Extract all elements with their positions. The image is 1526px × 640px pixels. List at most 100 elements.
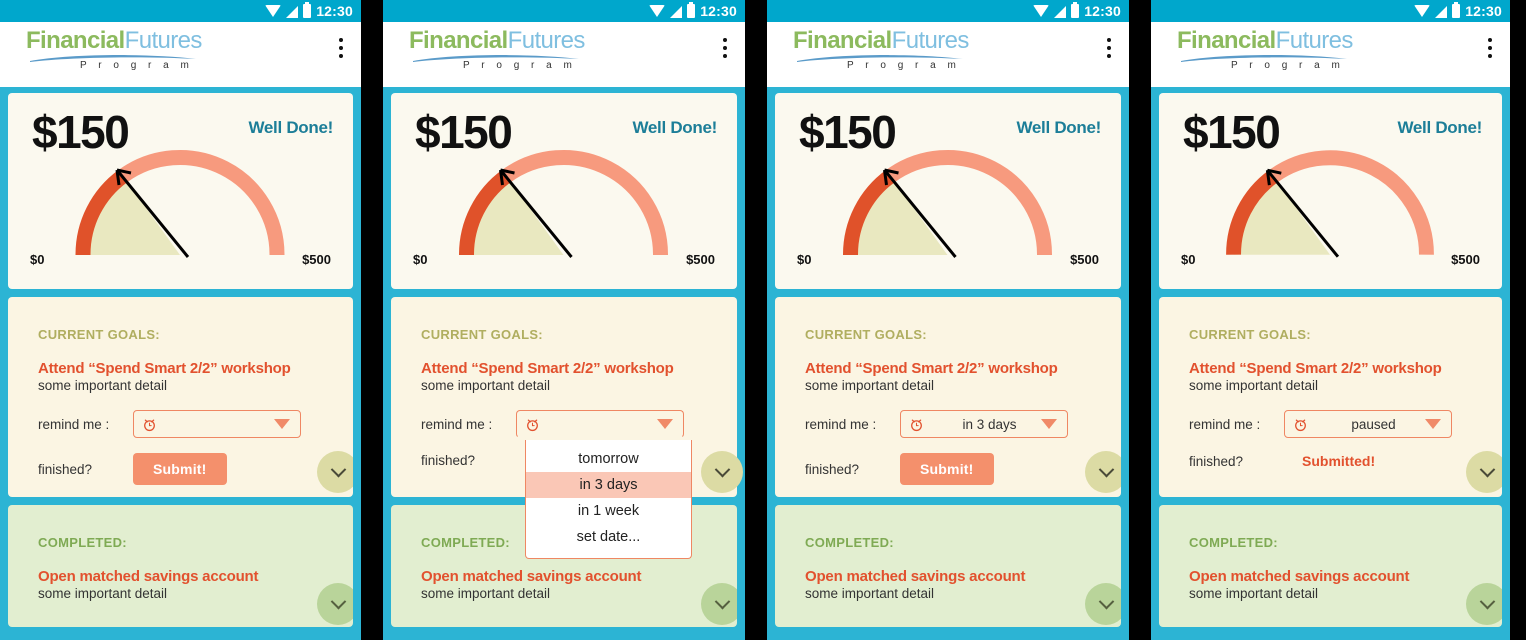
gauge-max-label: $500 — [1451, 252, 1480, 267]
reminder-dropdown-list[interactable]: tomorrow in 3 days in 1 week set date... — [525, 440, 692, 559]
kebab-menu-icon[interactable] — [1107, 38, 1111, 58]
kebab-menu-icon[interactable] — [1488, 38, 1492, 58]
wifi-icon — [649, 4, 666, 17]
praise-text: Well Done! — [632, 118, 717, 137]
expand-completed-button[interactable] — [1466, 583, 1502, 625]
gauge-min-label: $0 — [1181, 252, 1196, 267]
app-logo: FinancialFutures P r o g r a m — [26, 28, 256, 72]
chevron-down-icon — [1479, 593, 1495, 609]
alarm-clock-icon — [909, 417, 924, 432]
logo-primary: Financial — [409, 27, 508, 54]
logo-secondary: Futures — [124, 27, 203, 54]
app-logo: FinancialFutures P r o g r a m — [1177, 27, 1407, 72]
kebab-menu-icon[interactable] — [339, 38, 343, 58]
logo-swoosh-icon — [28, 53, 198, 62]
reminder-select[interactable]: in 3 days — [900, 410, 1068, 438]
logo-text: FinancialFutures — [26, 28, 256, 54]
battery-icon — [303, 2, 312, 18]
screen-body: $150 Well Done! $0 $500 CURRENT GOALS: A… — [767, 93, 1129, 627]
logo-text: FinancialFutures — [793, 28, 1023, 54]
completed-goal-title: Open matched savings account — [805, 568, 1026, 585]
panel-gutter — [745, 0, 767, 640]
submit-button[interactable]: Submit! — [900, 453, 994, 485]
dropdown-option-set-date[interactable]: set date... — [526, 524, 691, 550]
goal-title: Attend “Spend Smart 2/2” workshop — [421, 360, 674, 377]
dropdown-option-in-1-week[interactable]: in 1 week — [526, 498, 691, 524]
alarm-clock-icon — [142, 417, 157, 432]
reminder-row: remind me : in 3 days — [775, 410, 1121, 438]
signal-icon — [670, 5, 683, 18]
wifi-icon — [265, 4, 282, 17]
expand-completed-button[interactable] — [317, 583, 353, 625]
screen-body: $150 Well Done! $0 $500 CURRENT GOALS: A… — [0, 93, 361, 627]
finished-row: finished? Submit! — [8, 453, 353, 485]
app-bar: FinancialFutures P r o g r a m — [1151, 22, 1510, 87]
expand-completed-button[interactable] — [1085, 583, 1121, 625]
phone-screen-2: 12:30 FinancialFutures P r o g r a m $15… — [383, 0, 745, 640]
finished-row: finished? Submit! — [775, 453, 1121, 485]
app-bar: FinancialFutures P r o g r a m — [767, 22, 1129, 87]
goal-detail: some important detail — [421, 378, 551, 393]
gauge-card: $150 Well Done! $0 $500 — [775, 93, 1121, 289]
signal-icon — [286, 5, 299, 18]
chevron-down-icon — [1479, 461, 1495, 477]
current-goals-heading: CURRENT GOALS: — [1189, 327, 1311, 342]
expand-current-button[interactable] — [317, 451, 353, 493]
logo-text: FinancialFutures — [409, 28, 639, 54]
dropdown-option-in-3-days[interactable]: in 3 days — [526, 472, 691, 498]
expand-current-button[interactable] — [1085, 451, 1121, 493]
phone-screen-4: 12:30 FinancialFutures P r o g r a m $15… — [1151, 0, 1510, 640]
completed-goal-title: Open matched savings account — [1189, 568, 1410, 585]
dropdown-option-tomorrow[interactable]: tomorrow — [526, 446, 691, 472]
reminder-select[interactable]: paused — [1284, 410, 1452, 438]
completed-goal-detail: some important detail — [805, 586, 935, 601]
completed-goal-title: Open matched savings account — [38, 568, 259, 585]
status-time: 12:30 — [700, 3, 737, 19]
finished-label: finished? — [805, 461, 860, 477]
remind-me-label: remind me : — [1189, 416, 1261, 432]
expand-completed-button[interactable] — [701, 583, 737, 625]
praise-text: Well Done! — [1016, 118, 1101, 137]
chevron-down-icon — [1098, 461, 1114, 477]
current-goals-heading: CURRENT GOALS: — [38, 327, 160, 342]
current-goals-heading: CURRENT GOALS: — [421, 327, 543, 342]
expand-current-button[interactable] — [1466, 451, 1502, 493]
panel-gutter — [361, 0, 383, 640]
app-bar: FinancialFutures P r o g r a m — [0, 22, 361, 87]
goal-detail: some important detail — [38, 378, 168, 393]
logo-secondary: Futures — [1275, 27, 1354, 54]
chevron-down-icon — [714, 593, 730, 609]
goal-detail: some important detail — [1189, 378, 1319, 393]
finished-label: finished? — [38, 461, 93, 477]
current-goals-card: CURRENT GOALS: Attend “Spend Smart 2/2” … — [1159, 297, 1502, 497]
current-goals-heading: CURRENT GOALS: — [805, 327, 927, 342]
chevron-down-icon — [657, 419, 673, 429]
screen-body: $150 Well Done! $0 $500 CURRENT GOALS: A… — [1151, 93, 1510, 627]
logo-primary: Financial — [26, 27, 125, 54]
status-time: 12:30 — [316, 3, 353, 19]
gauge-min-label: $0 — [413, 252, 428, 267]
status-bar: 12:30 — [767, 0, 1129, 22]
reminder-row: remind me : — [8, 410, 353, 438]
signal-icon — [1435, 5, 1448, 18]
chevron-down-icon — [274, 419, 290, 429]
status-time: 12:30 — [1084, 3, 1121, 19]
goal-title: Attend “Spend Smart 2/2” workshop — [805, 360, 1058, 377]
gauge-max-label: $500 — [686, 252, 715, 267]
chevron-down-icon — [1098, 593, 1114, 609]
completed-heading: COMPLETED: — [38, 535, 127, 550]
reminder-select[interactable] — [133, 410, 301, 438]
wifi-icon — [1414, 4, 1431, 17]
completed-heading: COMPLETED: — [1189, 535, 1278, 550]
submit-button[interactable]: Submit! — [133, 453, 227, 485]
reminder-select[interactable] — [516, 410, 684, 438]
phone-screen-1: 12:30 FinancialFutures P r o g r a m $15… — [0, 0, 361, 640]
completed-card: COMPLETED: Open matched savings account … — [1159, 505, 1502, 627]
finished-row: finished? Submitted! — [1159, 453, 1502, 469]
completed-card: COMPLETED: Open matched savings account … — [775, 505, 1121, 627]
kebab-menu-icon[interactable] — [723, 38, 727, 58]
goal-title: Attend “Spend Smart 2/2” workshop — [1189, 360, 1442, 377]
phone-screen-3: 12:30 FinancialFutures P r o g r a m $15… — [767, 0, 1129, 640]
expand-current-button[interactable] — [701, 451, 743, 493]
status-bar: 12:30 — [0, 0, 361, 22]
